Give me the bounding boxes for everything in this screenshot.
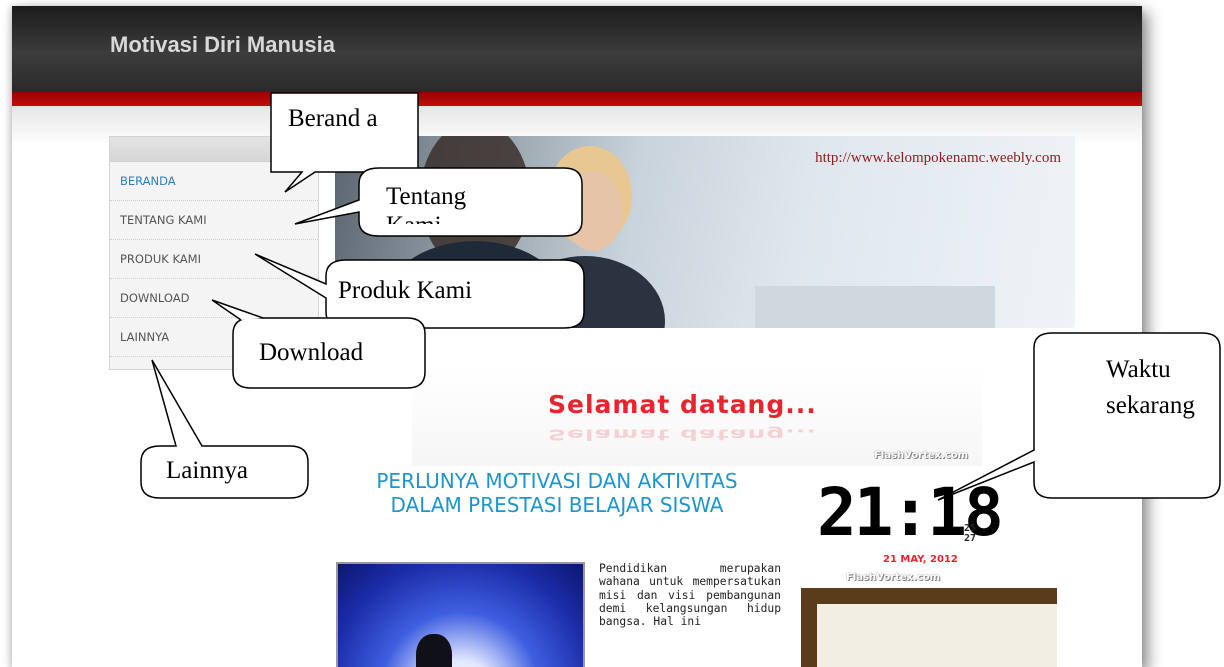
callout-tentang-text: Tentang Kami	[386, 183, 467, 224]
callout-tentang-kami: Tentang Kami	[294, 166, 584, 238]
banner-url-text: http://www.kelompokenamc.weebly.com	[815, 150, 1061, 166]
welcome-reflection: Selamat datang...	[548, 425, 817, 444]
site-header: Motivasi Diri Manusia	[12, 6, 1142, 92]
callout-waktu-sekarang: Waktu sekarang	[934, 332, 1224, 512]
article-image	[336, 562, 585, 667]
nav-item-tentang-kami[interactable]: TENTANG KAMI	[110, 201, 318, 240]
callout-beranda-text: Berand a	[288, 105, 378, 132]
article-body: Pendidikan merupakan wahana untuk memper…	[599, 562, 781, 629]
flashvortex-credit-bottom[interactable]: FlashVortex.com	[846, 572, 940, 583]
callout-waktu-text: Waktu sekarang	[1106, 356, 1195, 419]
article-title[interactable]: PERLUNYA MOTIVASI DAN AKTIVITAS DALAM PR…	[357, 469, 757, 517]
clock-date: 21 MAY, 2012	[883, 554, 958, 565]
clock-seconds: 2527	[964, 523, 977, 544]
photo-frame-inner	[817, 604, 1057, 667]
site-title[interactable]: Motivasi Diri Manusia	[110, 32, 335, 58]
welcome-text: Selamat datang...	[548, 390, 817, 419]
header-accent-bar	[12, 92, 1142, 106]
person-silhouette	[416, 634, 452, 667]
photo-frame-widget	[801, 588, 1057, 667]
callout-lainnya: Lainnya	[140, 358, 310, 500]
callout-lainnya-text: Lainnya	[166, 457, 248, 484]
